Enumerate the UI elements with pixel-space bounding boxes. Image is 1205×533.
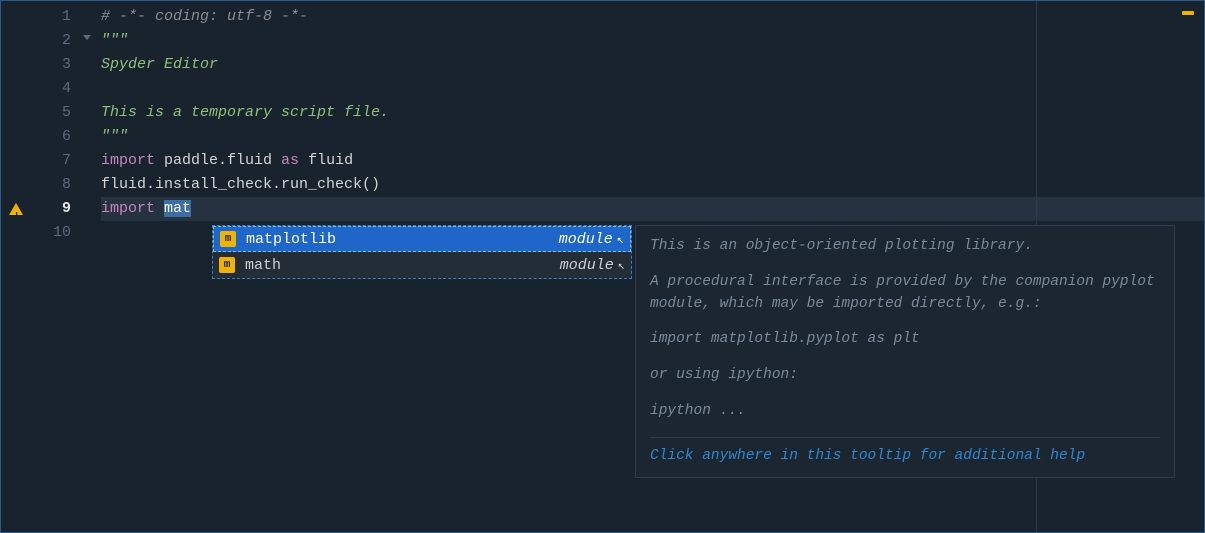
line-number: 5 <box>1 101 101 125</box>
module-icon: m <box>219 257 235 273</box>
autocomplete-item-kind: module <box>560 257 614 274</box>
code-text <box>155 200 164 217</box>
line-number-gutter: 1 2 3 4 5 6 7 8 9 10 <box>1 1 101 532</box>
divider <box>650 437 1160 438</box>
line-number: 6 <box>1 125 101 149</box>
inline-warning-icon <box>1182 11 1194 15</box>
code-keyword: import <box>101 152 155 169</box>
doc-paragraph: import matplotlib.pyplot as plt <box>650 329 1160 351</box>
line-number: 8 <box>1 173 101 197</box>
code-selection: mat <box>164 200 191 217</box>
line-number-label: 9 <box>62 200 71 217</box>
autocomplete-popup[interactable]: m matplotlib module ↖ m math module ↖ <box>212 225 632 279</box>
code-text: paddle.fluid <box>155 152 281 169</box>
code-docstring: This is a temporary script file. <box>101 104 389 121</box>
autocomplete-item-math[interactable]: m math module ↖ <box>213 252 631 278</box>
line-number: 10 <box>1 221 101 245</box>
doc-paragraph: A procedural interface is provided by th… <box>650 272 1160 316</box>
line-number: 2 <box>1 29 101 53</box>
code-docstring: """ <box>101 32 128 49</box>
fold-icon[interactable] <box>83 35 91 40</box>
code-docstring: """ <box>101 128 128 145</box>
doc-paragraph: ipython ... <box>650 401 1160 423</box>
expand-icon: ↖ <box>617 232 624 247</box>
autocomplete-item-name: matplotlib <box>246 231 559 248</box>
doc-paragraph: or using ipython: <box>650 365 1160 387</box>
current-line: import mat <box>101 197 1204 221</box>
code-text: fluid.install_check.run_check() <box>101 176 380 193</box>
code-text: fluid <box>299 152 353 169</box>
module-icon: m <box>220 231 236 247</box>
doc-paragraph: This is an object-oriented plotting libr… <box>650 236 1160 258</box>
code-keyword: import <box>101 200 155 217</box>
autocomplete-item-kind: module <box>559 231 613 248</box>
line-number: 4 <box>1 77 101 101</box>
autocomplete-item-matplotlib[interactable]: m matplotlib module ↖ <box>213 226 631 252</box>
line-number: 3 <box>1 53 101 77</box>
line-number-label: 2 <box>62 32 71 49</box>
line-number: 7 <box>1 149 101 173</box>
documentation-tooltip[interactable]: This is an object-oriented plotting libr… <box>635 225 1175 478</box>
expand-icon: ↖ <box>618 258 625 273</box>
warning-icon[interactable] <box>9 203 23 215</box>
code-docstring: Spyder Editor <box>101 56 218 73</box>
doc-hint-link[interactable]: Click anywhere in this tooltip for addit… <box>650 446 1160 468</box>
code-keyword: as <box>281 152 299 169</box>
code-comment: # -*- coding: utf-8 -*- <box>101 8 308 25</box>
line-number-current: 9 <box>1 197 101 221</box>
autocomplete-item-name: math <box>245 257 560 274</box>
line-number: 1 <box>1 5 101 29</box>
